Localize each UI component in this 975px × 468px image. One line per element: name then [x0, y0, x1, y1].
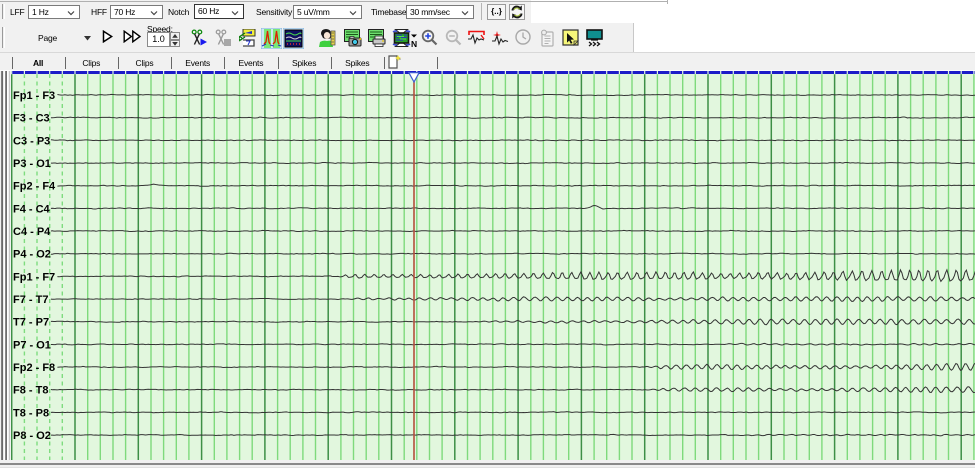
svg-text:C4 - P4: C4 - P4: [13, 226, 51, 238]
svg-text:T7 - P7: T7 - P7: [13, 317, 49, 329]
svg-text:Fp2 - F8: Fp2 - F8: [13, 362, 55, 374]
svg-text:C3 - P3: C3 - P3: [13, 135, 50, 147]
svg-text:N: N: [411, 39, 417, 47]
svg-text:P4 - O2: P4 - O2: [13, 249, 51, 261]
svg-text:T8 - P8: T8 - P8: [13, 407, 49, 419]
svg-text:F8 - T8: F8 - T8: [13, 385, 48, 397]
svg-text:Fp1 - F3: Fp1 - F3: [13, 90, 55, 102]
svg-text:Fp1 - F7: Fp1 - F7: [13, 271, 55, 283]
svg-text:Fp2 - F4: Fp2 - F4: [13, 181, 56, 193]
svg-text:P3 - O1: P3 - O1: [13, 158, 51, 170]
svg-text:F3 - C3: F3 - C3: [13, 113, 50, 125]
svg-text:P7 - O1: P7 - O1: [13, 339, 51, 351]
svg-text:F4 - C4: F4 - C4: [13, 203, 51, 215]
svg-text:P8 - O2: P8 - O2: [13, 430, 51, 442]
svg-text:F7 - T7: F7 - T7: [13, 294, 48, 306]
